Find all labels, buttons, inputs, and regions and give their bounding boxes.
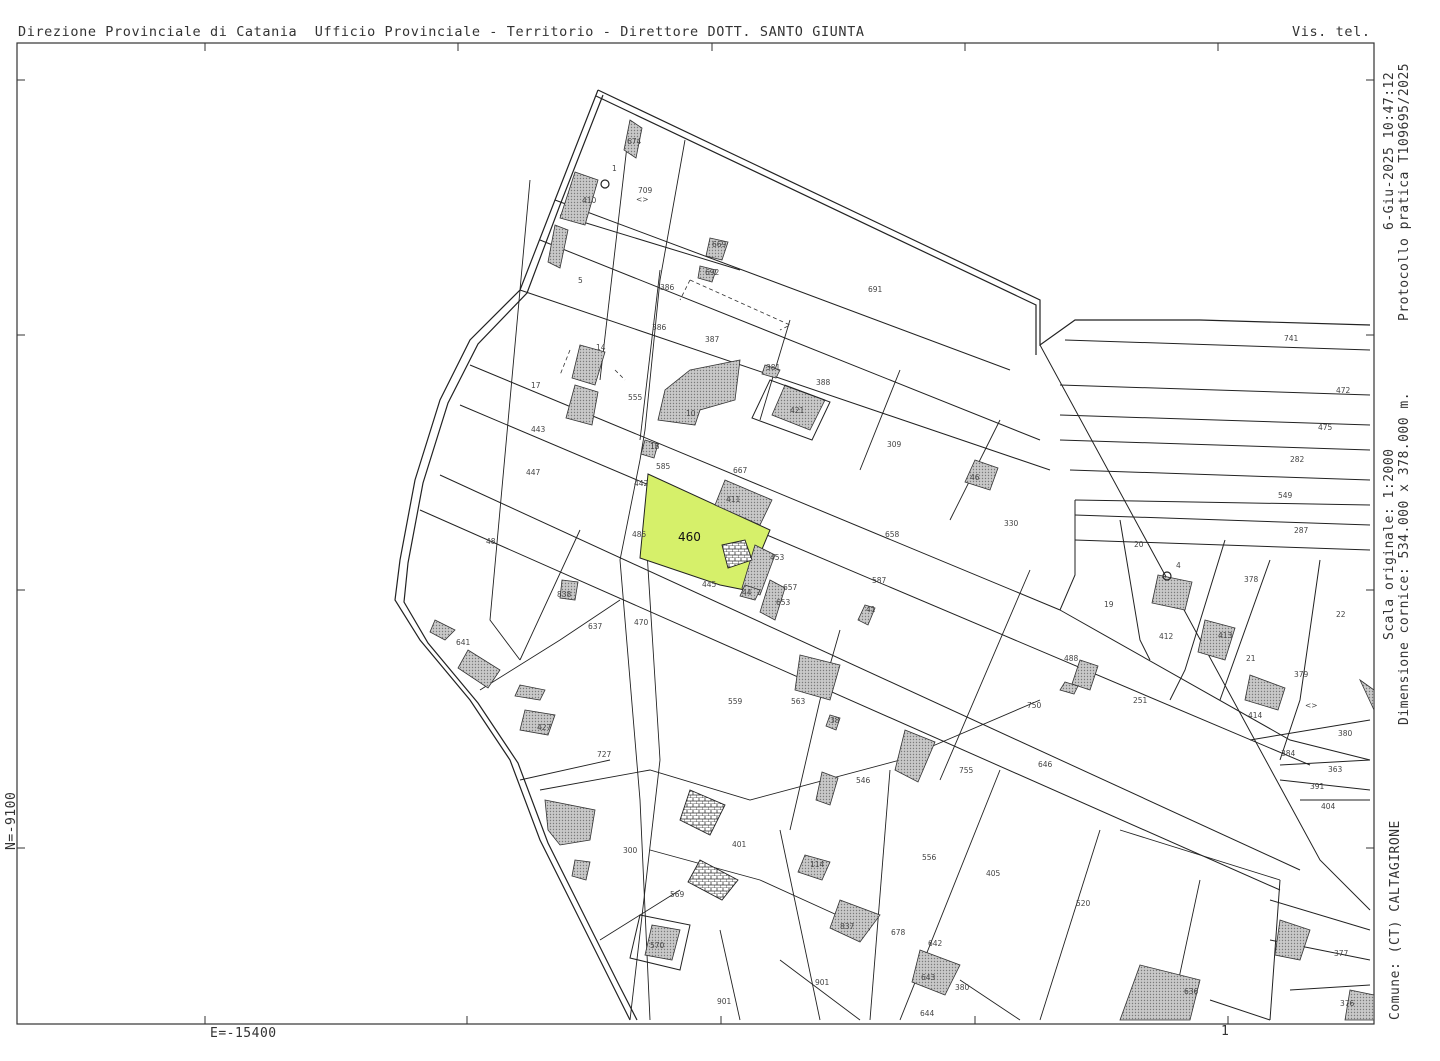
parcel-460-label: 460	[678, 530, 701, 544]
parcel-421: 421	[790, 406, 805, 415]
parcel-555: 555	[628, 393, 643, 402]
parcel-643: 643	[921, 973, 936, 982]
parcel-413: 413	[1218, 631, 1233, 640]
parcel-10: 10	[686, 409, 696, 418]
parcel-44: 44	[742, 588, 752, 597]
parcel-411: 411	[726, 495, 741, 504]
parcel-646: 646	[1038, 760, 1053, 769]
parcel-412: 412	[1159, 632, 1174, 641]
parcel-727: 727	[597, 750, 612, 759]
parcel-387: 387	[705, 335, 720, 344]
parcel-667: 667	[733, 466, 748, 475]
parcel-427: 427	[537, 723, 552, 732]
parcel-5: 5	[578, 276, 583, 285]
parcel-41: 41	[866, 605, 876, 614]
parcel-475: 475	[1318, 423, 1333, 432]
sheet-boundary	[394, 89, 1371, 1021]
parcel-14: 14	[596, 343, 606, 352]
parcel-21: 21	[1246, 654, 1256, 663]
parcel-377: 377	[1334, 949, 1349, 958]
parcel-644: 644	[920, 1009, 935, 1018]
parcel-838: 838	[557, 590, 572, 599]
parcel-405: 405	[986, 869, 1001, 878]
parcel-442: 442	[634, 479, 649, 488]
parcel-546: 546	[856, 776, 871, 785]
parcel-48: 48	[486, 537, 496, 546]
parcel-46: 46	[970, 473, 980, 482]
parcel-709: 709	[638, 186, 653, 195]
parcel-559: 559	[728, 697, 743, 706]
parcel-636: 636	[1184, 987, 1199, 996]
parcel-251: 251	[1133, 696, 1148, 705]
parcel-384: 384	[1281, 749, 1296, 758]
parcel-391: 391	[1310, 782, 1325, 791]
parcel-658: 658	[885, 530, 900, 539]
parcel-404: 404	[1321, 802, 1336, 811]
parcel-556: 556	[922, 853, 937, 862]
parcel-485: 485	[632, 530, 647, 539]
parcel-376: 376	[1340, 999, 1355, 1008]
marker-4-label: 4	[1176, 561, 1181, 570]
cadastral-map: 674 410 709 5 669 692 691 386 386 387 14…	[16, 42, 1375, 1025]
parcel-674: 674	[627, 137, 642, 146]
parcel-585: 585	[656, 462, 671, 471]
parcel-443: 443	[531, 425, 546, 434]
parcel-669: 669	[712, 240, 727, 249]
parcel-17: 17	[531, 381, 541, 390]
parcel-410: 410	[582, 196, 597, 205]
parcel-488: 488	[1064, 654, 1079, 663]
parcel-300: 300	[623, 846, 638, 855]
parcel-692: 692	[705, 268, 720, 277]
symbol-diamond-2: <>	[1305, 701, 1318, 710]
parcel-401: 401	[732, 840, 747, 849]
parcel-569: 569	[670, 890, 685, 899]
parcel-750: 750	[1027, 701, 1042, 710]
parcel-549: 549	[1278, 491, 1293, 500]
parcel-653: 653	[776, 598, 791, 607]
parcel-453: 453	[770, 553, 785, 562]
parcel-414: 414	[1248, 711, 1263, 720]
parcel-380: 380	[1338, 729, 1353, 738]
parcel-741: 741	[1284, 334, 1299, 343]
parcel-880: 901	[815, 978, 830, 987]
parcel-637: 637	[588, 622, 603, 631]
parcel-309: 309	[887, 440, 902, 449]
parcel-380b: 380	[955, 983, 970, 992]
parcel-447: 447	[526, 468, 541, 477]
parcel-445: 445	[702, 580, 717, 589]
parcel-691: 691	[868, 285, 883, 294]
parcel-20: 20	[1134, 540, 1144, 549]
parcel-470: 470	[634, 618, 649, 627]
parcel-755: 755	[959, 766, 974, 775]
parcel-657: 657	[783, 583, 798, 592]
parcel-19: 19	[1104, 600, 1114, 609]
parcel-282: 282	[1290, 455, 1305, 464]
parcel-563: 563	[791, 697, 806, 706]
parcel-472: 472	[1336, 386, 1351, 395]
parcel-378: 378	[1244, 575, 1259, 584]
parcel-330: 330	[1004, 519, 1019, 528]
parcel-18: 18	[650, 442, 660, 451]
symbol-diamond-1: <>	[636, 195, 649, 204]
parcel-114: 114	[810, 860, 825, 869]
parcel-587: 587	[872, 576, 887, 585]
parcel-570: 570	[650, 941, 665, 950]
parcel-642: 642	[928, 939, 943, 948]
marker-1-label: 1	[612, 164, 617, 173]
parcel-388: 388	[816, 378, 831, 387]
parcel-22: 22	[1336, 610, 1346, 619]
parcel-379: 379	[1294, 670, 1309, 679]
parcel-901: 901	[717, 997, 732, 1006]
buildings	[429, 119, 1375, 1021]
parcel-381: 381	[766, 363, 781, 372]
parcel-386a: 386	[660, 283, 675, 292]
parcel-641: 641	[456, 638, 471, 647]
parcel-363: 363	[1328, 765, 1343, 774]
parcel-386b: 386	[652, 323, 667, 332]
parcel-38: 38	[830, 716, 840, 725]
parcel-837: 837	[840, 922, 855, 931]
parcel-520: 520	[1076, 899, 1091, 908]
parcel-678: 678	[891, 928, 906, 937]
parcel-287: 287	[1294, 526, 1309, 535]
